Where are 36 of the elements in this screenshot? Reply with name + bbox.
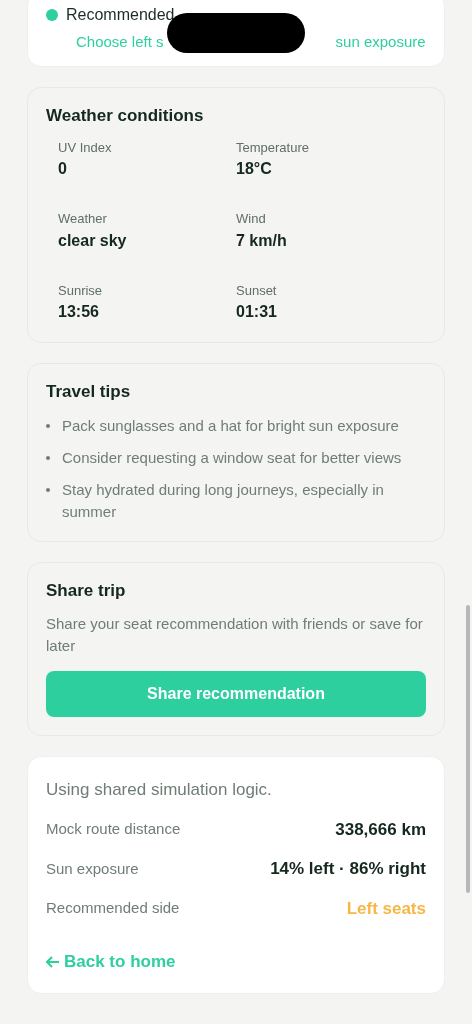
arrow-left-icon bbox=[46, 955, 60, 968]
tip-text: Consider requesting a window seat for better views bbox=[62, 447, 402, 468]
tip-text: Stay hydrated during long journeys, especially in summer bbox=[62, 479, 385, 522]
description-text: Share your seat recommendation with friends or save for later bbox=[46, 614, 424, 657]
bullet-icon bbox=[46, 455, 50, 460]
tip-text: Pack sunglasses and a hat for bright sun exposure bbox=[62, 415, 399, 436]
bullet-icon bbox=[46, 423, 50, 428]
summary-value: 338,666 km bbox=[335, 818, 426, 841]
card-title: Weather conditions bbox=[46, 105, 205, 126]
status-label: Recommended bbox=[66, 5, 175, 25]
hint-text: sun exposure bbox=[335, 32, 426, 52]
weather-label: Sunrise bbox=[58, 281, 104, 300]
weather-label: Sunset bbox=[236, 281, 278, 300]
weather-label: Wind bbox=[236, 210, 267, 229]
weather-label: UV Index bbox=[58, 138, 113, 157]
bullet-icon bbox=[46, 487, 50, 492]
status-dot-icon bbox=[46, 9, 58, 21]
back-link[interactable]: Back to home bbox=[46, 949, 176, 975]
weather-value: 13:56 bbox=[58, 302, 100, 323]
weather-value: 01:31 bbox=[236, 302, 278, 323]
weather-value: clear sky bbox=[58, 230, 128, 251]
summary-label: Recommended side bbox=[46, 898, 180, 919]
weather-label: Weather bbox=[58, 210, 108, 229]
card-title: Travel tips bbox=[46, 382, 132, 403]
weather-value: 7 km/h bbox=[236, 230, 288, 251]
card-title: Share trip bbox=[46, 580, 127, 602]
weather-label: Temperature bbox=[236, 138, 310, 157]
summary-value: Left seats bbox=[346, 897, 426, 920]
summary-label: Sun exposure bbox=[46, 858, 139, 879]
share-button[interactable]: Share recommendation bbox=[46, 671, 426, 718]
weather-value: 0 bbox=[58, 159, 68, 180]
summary-label: Mock route distance bbox=[46, 819, 181, 840]
hint-text: Choose left s bbox=[76, 32, 164, 52]
summary-value: 14% left · 86% right bbox=[270, 858, 426, 881]
note-text: Using shared simulation logic. bbox=[46, 779, 273, 802]
weather-value: 18°C bbox=[236, 159, 273, 180]
